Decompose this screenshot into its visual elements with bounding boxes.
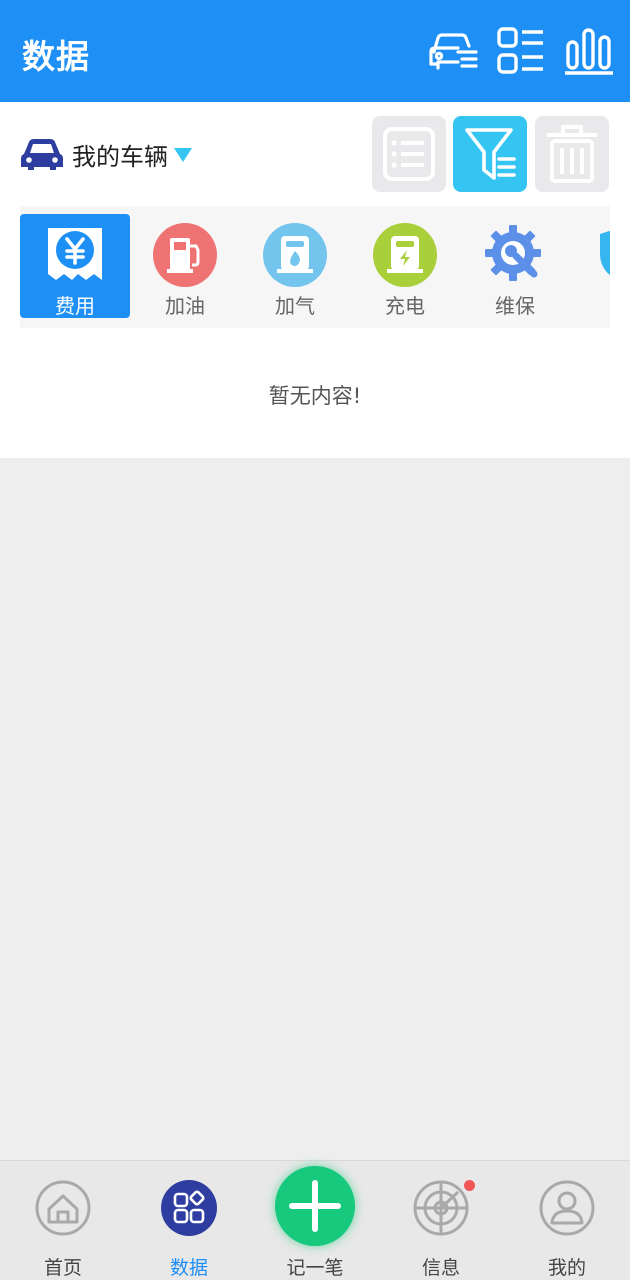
category-insurance[interactable]: 保 bbox=[570, 214, 610, 318]
filter-icon bbox=[465, 128, 516, 180]
chevron-down-icon bbox=[174, 148, 192, 162]
maintenance-icon bbox=[485, 225, 541, 281]
trash-icon bbox=[547, 125, 597, 183]
list-view-button[interactable] bbox=[372, 116, 446, 192]
empty-message: 暂无内容! bbox=[268, 384, 362, 408]
category-charge[interactable]: 充电 bbox=[350, 214, 460, 318]
category-label: 保 bbox=[570, 290, 610, 319]
gas-icon bbox=[263, 223, 327, 287]
category-label: 加气 bbox=[275, 294, 315, 318]
category-fuel[interactable]: 加油 bbox=[130, 214, 240, 318]
category-tabs: 费用 加油 加气 充电 维保 bbox=[20, 206, 610, 328]
nav-home[interactable]: 首页 bbox=[0, 1161, 126, 1280]
nav-profile[interactable]: 我的 bbox=[504, 1161, 630, 1280]
data-icon bbox=[161, 1180, 217, 1236]
user-icon bbox=[539, 1180, 595, 1236]
home-icon bbox=[35, 1180, 91, 1236]
vehicle-selector[interactable]: 我的车辆 bbox=[20, 132, 192, 176]
nav-label: 我的 bbox=[547, 1257, 586, 1279]
notification-badge bbox=[464, 1180, 475, 1191]
nav-label: 记一笔 bbox=[286, 1257, 344, 1279]
grid-list-icon[interactable] bbox=[496, 26, 546, 76]
nav-label: 数据 bbox=[169, 1257, 208, 1279]
data-panel: 我的车辆 费用 加油 加气 充电 维保 暂无内容! bbox=[0, 102, 630, 458]
add-record-button[interactable] bbox=[275, 1166, 355, 1246]
bar-chart-icon[interactable] bbox=[564, 26, 614, 76]
radar-icon bbox=[413, 1180, 469, 1236]
list-icon bbox=[383, 127, 435, 181]
page-title: 数据 bbox=[22, 37, 90, 76]
nav-label: 首页 bbox=[43, 1257, 82, 1279]
nav-data[interactable]: 数据 bbox=[126, 1161, 252, 1280]
fuel-pump-icon bbox=[153, 223, 217, 287]
nav-info[interactable]: 信息 bbox=[378, 1161, 504, 1280]
category-gas[interactable]: 加气 bbox=[240, 214, 350, 318]
category-label: 加油 bbox=[165, 294, 205, 318]
category-maintenance[interactable]: 维保 bbox=[460, 214, 570, 318]
nav-label: 信息 bbox=[421, 1257, 460, 1279]
category-label: 费用 bbox=[55, 294, 95, 318]
plus-icon bbox=[289, 1180, 341, 1232]
top-bar: 数据 bbox=[0, 0, 630, 102]
category-label: 维保 bbox=[495, 294, 535, 318]
category-fee[interactable]: 费用 bbox=[20, 214, 130, 318]
car-list-icon[interactable] bbox=[428, 26, 478, 76]
filter-button[interactable] bbox=[453, 116, 527, 192]
insurance-icon bbox=[600, 230, 610, 276]
category-label: 充电 bbox=[385, 294, 425, 318]
delete-button[interactable] bbox=[535, 116, 609, 192]
charge-icon bbox=[373, 223, 437, 287]
yuan-icon bbox=[48, 228, 102, 280]
car-icon bbox=[21, 139, 63, 170]
vehicle-name: 我的车辆 bbox=[72, 142, 168, 171]
